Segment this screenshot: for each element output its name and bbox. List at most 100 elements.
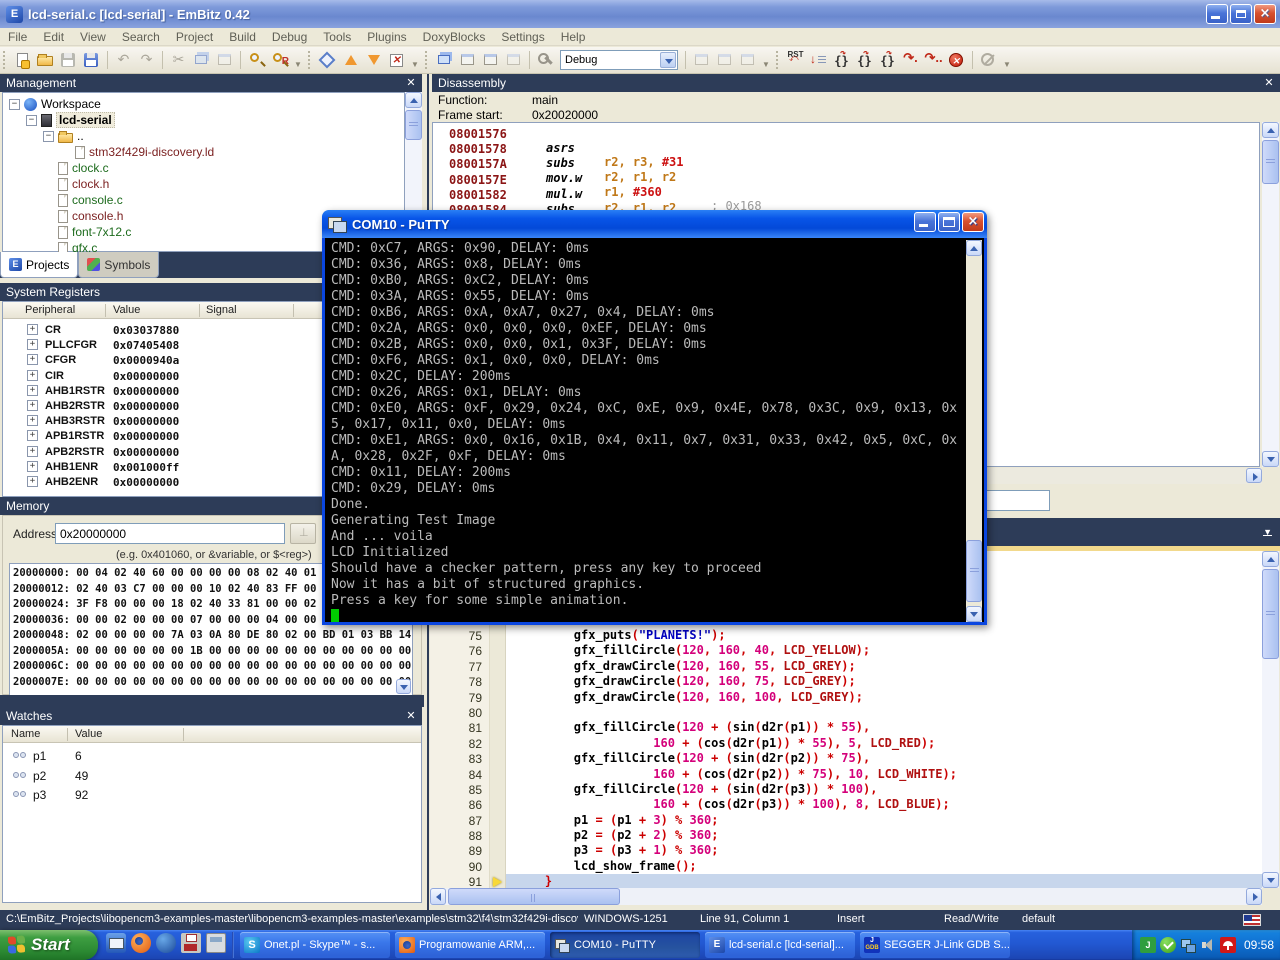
copy-icon[interactable] [191,50,212,71]
menu-edit[interactable]: Edit [35,29,72,45]
code-line[interactable]: 85 gfx_fillCircle(120 + (sin(d2r(p3)) * … [430,782,1262,797]
tree-item-console-c[interactable]: console.c [3,192,404,208]
calculator-icon[interactable] [206,933,226,953]
step-into-icon[interactable]: {} [831,50,852,71]
step-next-line-icon[interactable] [808,50,829,71]
jump-run-icon[interactable]: ↷.. [923,50,944,71]
code-line[interactable]: 75 gfx_puts("PLANETS!"); [430,628,1262,643]
build-up-icon[interactable] [340,50,361,71]
menu-doxyblocks[interactable]: DoxyBlocks [415,29,494,45]
skype-tray-icon[interactable] [1160,937,1176,953]
menu-view[interactable]: View [72,29,114,45]
code-line[interactable]: 78 gfx_drawCircle(120, 160, 75, LCD_GREY… [430,674,1262,689]
firefox-icon[interactable] [131,933,151,953]
disassembly-row[interactable]: 08001576 asrs r2, r3, #31 [433,127,1259,142]
putty-close-button[interactable]: × [962,212,984,232]
expand-icon[interactable]: + [27,370,38,381]
close-button[interactable]: × [1254,4,1276,24]
debug-overflow-icon[interactable]: ▼ [1002,51,1012,69]
abort-build-icon[interactable]: ✕ [386,50,407,71]
chevron-down-icon[interactable] [660,52,676,68]
memory-go-button[interactable] [290,523,316,544]
expand-icon[interactable]: + [27,461,38,472]
chevron-overflow-icon[interactable]: ▼ [1263,527,1272,536]
close-icon[interactable]: ✕ [1262,76,1276,90]
code-line[interactable]: 76 gfx_fillCircle(120, 160, 40, LCD_YELL… [430,643,1262,658]
code-line[interactable]: 88 p2 = (p2 + 2) % 360; [430,828,1262,843]
expand-icon[interactable]: + [27,354,38,365]
tree-item-clock-c[interactable]: clock.c [3,160,404,176]
jump-icon[interactable]: ↷. [900,50,921,71]
replace-icon[interactable]: R [269,50,290,71]
code-line[interactable]: 80 [430,705,1262,720]
stop-debug-icon[interactable]: ✕ [946,50,967,71]
new-file-icon[interactable] [12,50,33,71]
volume-tray-icon[interactable] [1200,937,1216,953]
thunderbird-icon[interactable] [156,933,176,953]
network-tray-icon[interactable] [1180,937,1196,953]
panel-splitter[interactable] [0,695,430,707]
expand-icon[interactable]: + [27,324,38,335]
build-down-icon[interactable] [363,50,384,71]
save-icon[interactable] [58,50,79,71]
expand-icon[interactable]: + [27,415,38,426]
tab-projects[interactable]: E Projects [0,252,78,278]
code-line[interactable]: 87 p1 = (p1 + 3) % 360; [430,813,1262,828]
step-over-icon[interactable]: {} [854,50,875,71]
line-number[interactable]: 90 [430,860,482,874]
close-icon[interactable]: ✕ [404,76,418,90]
step-out-icon[interactable]: {} [877,50,898,71]
tree-item--[interactable]: −.. [3,128,404,144]
address-input[interactable] [55,523,285,544]
build-target-select[interactable]: Debug [560,50,678,70]
expand-icon[interactable]: − [9,99,20,110]
line-number[interactable]: 86 [430,798,482,812]
menu-search[interactable]: Search [114,29,168,45]
editor-vscrollbar[interactable] [1262,551,1279,888]
save-all-icon[interactable] [81,50,102,71]
line-number[interactable]: 89 [430,844,482,858]
tree-item-clock-h[interactable]: clock.h [3,176,404,192]
code-line[interactable]: 90 lcd_show_frame(); [430,859,1262,874]
line-number[interactable]: 80 [430,706,482,720]
code-line[interactable]: 82 160 + (cos(d2r(p1)) * 55), 5, LCD_RED… [430,736,1262,751]
floppy-icon[interactable] [181,933,201,953]
code-line[interactable]: 91 } [430,874,1262,888]
taskbar-task-1[interactable]: S Onet.pl - Skype™ - s... [240,932,390,958]
cut-icon[interactable]: ✂ [168,50,189,71]
debugwin-overflow-icon[interactable]: ▼ [761,51,771,69]
disassembly-row[interactable]: 08001582 subs r3, r3, r2 [433,188,1259,203]
toolbar-overflow-icon[interactable]: ▼ [293,51,303,69]
run-icon[interactable] [503,50,524,71]
code-line[interactable]: 83 gfx_fillCircle(120 + (sin(d2r(p2)) * … [430,751,1262,766]
avira-tray-icon[interactable] [1220,937,1236,953]
debug-window-icon[interactable] [691,50,712,71]
debug-window2-icon[interactable] [714,50,735,71]
memory-scroll-down[interactable] [396,679,411,694]
line-number[interactable]: 91 [430,875,482,888]
putty-scrollbar[interactable] [966,240,982,622]
tab-symbols[interactable]: Symbols [78,252,159,278]
watch-row[interactable]: p3 92 [3,786,421,806]
paste-icon[interactable] [214,50,235,71]
taskbar-task-3[interactable]: COM10 - PuTTY [550,932,700,958]
redo-icon[interactable]: ↷ [136,50,157,71]
line-number[interactable]: 84 [430,768,482,782]
tree-item-lcd-serial[interactable]: −lcd-serial [3,112,404,128]
line-number[interactable]: 77 [430,660,482,674]
close-icon[interactable]: ✕ [404,709,418,723]
editor-hscrollbar[interactable] [430,888,1262,905]
menu-debug[interactable]: Debug [264,29,315,45]
expand-icon[interactable]: − [26,115,37,126]
code-line[interactable]: 81 gfx_fillCircle(120 + (sin(d2r(p1)) * … [430,720,1262,735]
expand-icon[interactable]: + [27,339,38,350]
find-icon[interactable] [246,50,267,71]
disassembly-row[interactable]: 0800157E mul.w r2, r1, r2 [433,173,1259,188]
line-number[interactable]: 78 [430,675,482,689]
minimize-button[interactable] [1206,4,1228,24]
expand-icon[interactable]: + [27,446,38,457]
build-run-icon[interactable] [480,50,501,71]
code-line[interactable]: 84 160 + (cos(d2r(p2)) * 75), 10, LCD_WH… [430,767,1262,782]
outlook-icon[interactable] [106,933,126,953]
line-number[interactable]: 88 [430,829,482,843]
